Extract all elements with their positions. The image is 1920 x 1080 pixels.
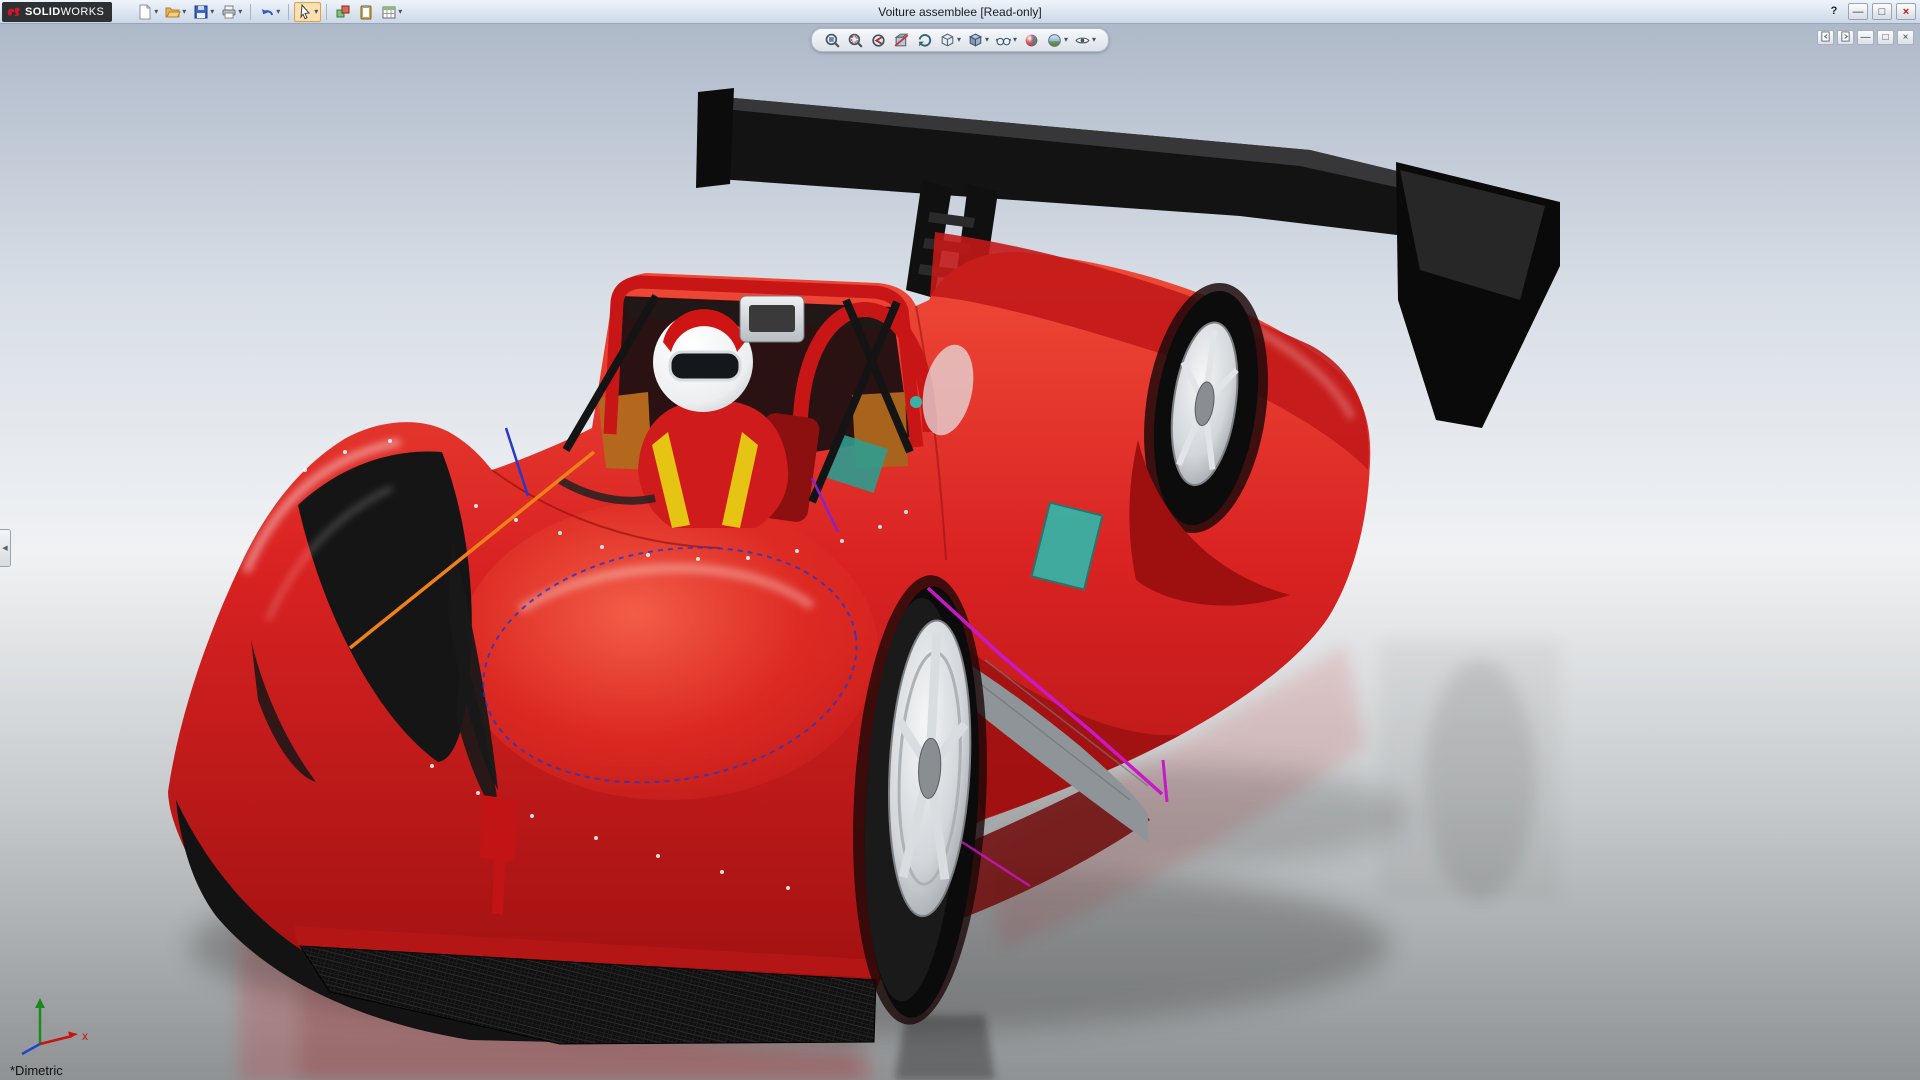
zoom-to-area-button[interactable]	[845, 31, 866, 49]
view-orientation-icon	[939, 32, 956, 49]
window-controls: ? — □ ×	[1824, 3, 1916, 20]
undo-icon	[259, 4, 275, 20]
open-button[interactable]: ▾	[162, 2, 189, 22]
save-icon	[193, 4, 209, 20]
save-button[interactable]: ▾	[190, 2, 217, 22]
toolbar-separator	[288, 4, 289, 20]
apply-scene-button[interactable]: ▾	[1044, 31, 1070, 49]
undo-button[interactable]: ▾	[256, 2, 283, 22]
design-binder-button[interactable]	[355, 2, 377, 22]
display-style-icon	[967, 32, 984, 49]
close-button[interactable]: ×	[1896, 3, 1916, 20]
heads-up-view-toolbar: ▾ ▾ ▾ ▾	[811, 28, 1109, 52]
hide-show-items-button[interactable]: ▾	[993, 31, 1019, 49]
graphics-viewport[interactable]: ▾ ▾ ▾ ▾	[0, 24, 1920, 1080]
document-minimize-button[interactable]: —	[1857, 30, 1874, 45]
rear-view-mirror	[740, 296, 804, 342]
view-orientation-label: *Dimetric	[10, 1063, 63, 1078]
view-settings-icon	[1074, 32, 1091, 49]
toolbar-separator	[326, 4, 327, 20]
new-document-button[interactable]: ▾	[134, 2, 161, 22]
zoom-to-area-icon	[847, 32, 864, 49]
maximize-button[interactable]: □	[1872, 3, 1892, 20]
print-icon	[221, 4, 237, 20]
page-back-icon	[1820, 31, 1831, 42]
print-button[interactable]: ▾	[218, 2, 245, 22]
solidworks-logo: SOLIDWORKS	[2, 2, 112, 22]
component-icon	[335, 4, 351, 20]
previous-view-icon	[870, 32, 887, 49]
window-title: Voiture assemblee [Read-only]	[878, 0, 1041, 24]
design-table-icon	[381, 4, 397, 20]
reference-triad: x	[6, 994, 96, 1056]
previous-view-button[interactable]	[868, 31, 889, 49]
rotate-view-icon	[916, 32, 933, 49]
window-titlebar: SOLIDWORKS ▾ ▾ ▾ ▾	[0, 0, 1920, 24]
design-binder-icon	[358, 4, 374, 20]
helmet-visor	[670, 352, 740, 380]
help-button[interactable]: ?	[1824, 3, 1844, 20]
display-style-button[interactable]: ▾	[965, 31, 991, 49]
brand-text: SOLIDWORKS	[25, 6, 104, 18]
apply-scene-icon	[1046, 32, 1063, 49]
document-restore-button[interactable]: □	[1877, 30, 1894, 45]
triad-x-label: x	[82, 1029, 88, 1043]
main-toolbar: ▾ ▾ ▾ ▾ ▾	[134, 2, 405, 22]
view-orientation-button[interactable]: ▾	[937, 31, 963, 49]
select-cursor-icon	[297, 4, 313, 20]
zoom-to-fit-icon	[824, 32, 841, 49]
document-window-controls: — □ ×	[1817, 30, 1914, 45]
panel-collapse-tab[interactable]: ◀	[0, 529, 11, 567]
design-table-button[interactable]: ▾	[378, 2, 405, 22]
rotate-view-button[interactable]	[914, 31, 935, 49]
hide-show-items-icon	[995, 32, 1012, 49]
document-close-button[interactable]: ×	[1897, 30, 1914, 45]
document-page-forward-button[interactable]	[1837, 30, 1854, 45]
document-page-back-button[interactable]	[1817, 30, 1834, 45]
open-folder-icon	[165, 4, 181, 20]
component-button[interactable]	[332, 2, 354, 22]
minimize-button[interactable]: —	[1848, 3, 1868, 20]
3ds-logo-icon	[6, 5, 22, 19]
3d-viewport-scene[interactable]	[0, 24, 1920, 1080]
new-document-icon	[137, 4, 153, 20]
edit-appearance-icon	[1023, 32, 1040, 49]
section-view-icon	[893, 32, 910, 49]
toolbar-separator	[250, 4, 251, 20]
view-settings-button[interactable]: ▾	[1072, 31, 1098, 49]
zoom-to-fit-button[interactable]	[822, 31, 843, 49]
edit-appearance-button[interactable]	[1021, 31, 1042, 49]
page-forward-icon	[1840, 31, 1851, 42]
section-view-button[interactable]	[891, 31, 912, 49]
select-button[interactable]: ▾	[294, 2, 321, 22]
